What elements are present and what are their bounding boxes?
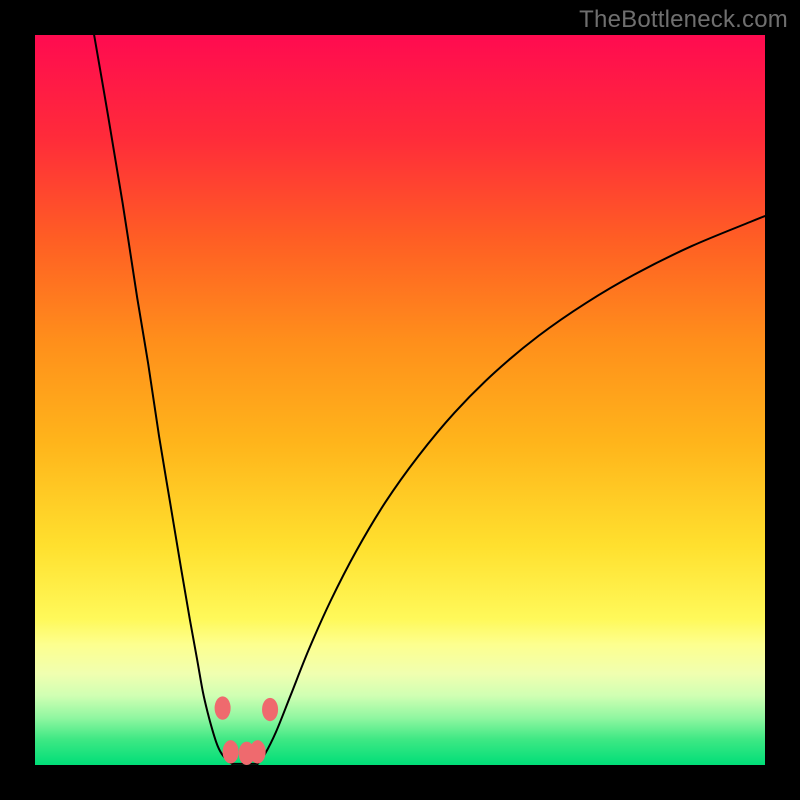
highlight-marker [215, 696, 231, 719]
highlight-marker [223, 740, 239, 763]
highlight-marker [262, 698, 278, 721]
highlight-marker [250, 740, 266, 763]
bottleneck-chart [35, 35, 765, 765]
outer-frame: TheBottleneck.com [0, 0, 800, 800]
watermark-text: TheBottleneck.com [579, 6, 788, 34]
chart-background [35, 35, 765, 765]
